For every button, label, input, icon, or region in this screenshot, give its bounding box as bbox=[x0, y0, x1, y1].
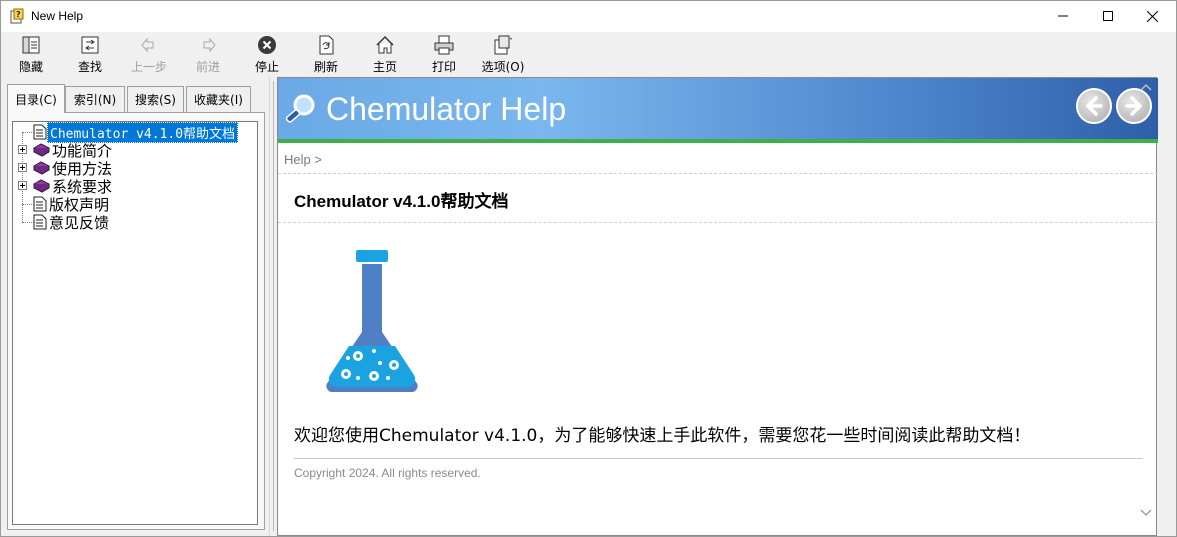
forward-arrow-icon bbox=[203, 37, 216, 53]
window-title: New Help bbox=[31, 9, 84, 23]
stop-button[interactable]: 停止 bbox=[242, 34, 292, 74]
maximize-button[interactable] bbox=[1085, 1, 1130, 31]
copyright-text: Copyright 2024. All rights reserved. bbox=[294, 466, 481, 480]
back-button[interactable]: 上一步 bbox=[124, 34, 174, 74]
contents-tree[interactable]: Chemulator v4.1.0帮助文档 功能简介 使用方法 系统要求 版权声… bbox=[12, 121, 258, 525]
locate-icon bbox=[81, 36, 99, 54]
help-window: ? New Help 隐藏 查找 上一步 前进 停止 刷新 主页 打印 选项(O… bbox=[0, 0, 1177, 537]
tab-contents[interactable]: 目录(C) bbox=[7, 84, 65, 113]
tree-item-features[interactable]: 功能简介 bbox=[33, 141, 114, 160]
options-icon bbox=[494, 35, 512, 55]
hide-button[interactable]: 隐藏 bbox=[6, 34, 56, 74]
expand-toggle[interactable] bbox=[18, 163, 27, 172]
close-button[interactable] bbox=[1130, 1, 1175, 31]
page-title: Chemulator v4.1.0帮助文档 bbox=[294, 192, 509, 211]
expand-toggle[interactable] bbox=[18, 181, 27, 190]
tree-item-feedback[interactable]: 意见反馈 bbox=[33, 213, 111, 232]
svg-text:?: ? bbox=[16, 10, 21, 19]
page-icon bbox=[33, 214, 47, 230]
hide-icon bbox=[22, 36, 40, 54]
tree-item-usage[interactable]: 使用方法 bbox=[33, 159, 114, 178]
banner-accent-line bbox=[278, 139, 1158, 143]
tab-search[interactable]: 搜索(S) bbox=[127, 86, 184, 112]
options-label: 选项(O) bbox=[481, 60, 525, 74]
hide-label: 隐藏 bbox=[18, 60, 43, 74]
options-button[interactable]: 选项(O) bbox=[478, 34, 528, 74]
tree-item-requirements[interactable]: 系统要求 bbox=[33, 177, 114, 196]
flask-icon bbox=[326, 250, 418, 392]
tab-index-label: 索引(N) bbox=[73, 93, 117, 107]
navigation-pane: 目录(C) 索引(N) 搜索(S) 收藏夹(I) Chemulator v4.1… bbox=[3, 77, 269, 536]
locate-button[interactable]: 查找 bbox=[65, 34, 115, 74]
scroll-up-icon[interactable] bbox=[1140, 82, 1152, 92]
tab-contents-label: 目录(C) bbox=[15, 92, 57, 107]
help-banner: Chemulator Help bbox=[278, 78, 1158, 139]
refresh-icon bbox=[319, 35, 334, 55]
help-app-icon: ? bbox=[10, 8, 24, 24]
arrow-left-icon bbox=[1086, 96, 1103, 116]
page-icon bbox=[33, 196, 47, 212]
minimize-icon bbox=[1057, 15, 1068, 17]
divider bbox=[278, 222, 1158, 223]
home-icon bbox=[376, 35, 394, 54]
book-icon bbox=[33, 143, 50, 157]
welcome-text: 欢迎您使用Chemulator v4.1.0，为了能够快速上手此软件，需要您花一… bbox=[294, 426, 1031, 446]
print-icon bbox=[434, 35, 454, 55]
footer-divider bbox=[294, 458, 1143, 459]
toolbar: 隐藏 查找 上一步 前进 停止 刷新 主页 打印 选项(O) bbox=[1, 32, 1176, 76]
arrow-right-icon bbox=[1125, 96, 1142, 116]
tab-favorites[interactable]: 收藏夹(I) bbox=[186, 86, 251, 112]
tree-item-copyright[interactable]: 版权声明 bbox=[33, 195, 111, 214]
title-bar: ? New Help bbox=[1, 1, 1176, 32]
tab-index[interactable]: 索引(N) bbox=[65, 86, 125, 112]
home-button[interactable]: 主页 bbox=[360, 34, 410, 74]
back-arrow-icon bbox=[141, 37, 154, 53]
book-icon bbox=[33, 161, 50, 175]
home-label: 主页 bbox=[372, 60, 397, 74]
expand-toggle[interactable] bbox=[18, 145, 27, 154]
topic-content: Chemulator Help Help > Chemulator v4.1.0… bbox=[277, 77, 1158, 536]
tab-search-label: 搜索(S) bbox=[135, 93, 176, 107]
previous-topic-button[interactable] bbox=[1076, 88, 1112, 124]
forward-button[interactable]: 前进 bbox=[183, 34, 233, 74]
refresh-button[interactable]: 刷新 bbox=[301, 34, 351, 74]
maximize-icon bbox=[1102, 11, 1113, 21]
pane-splitter[interactable] bbox=[269, 77, 277, 536]
book-icon bbox=[33, 179, 50, 193]
locate-label: 查找 bbox=[77, 60, 102, 74]
refresh-label: 刷新 bbox=[313, 60, 338, 74]
minimize-button[interactable] bbox=[1040, 1, 1085, 31]
close-icon bbox=[1147, 10, 1158, 22]
next-topic-button[interactable] bbox=[1116, 88, 1152, 124]
forward-label: 前进 bbox=[195, 60, 220, 74]
divider bbox=[278, 173, 1158, 174]
banner-title: Chemulator Help bbox=[326, 91, 567, 127]
scroll-down-icon[interactable] bbox=[1140, 508, 1152, 518]
breadcrumb[interactable]: Help > bbox=[284, 152, 322, 167]
print-button[interactable]: 打印 bbox=[419, 34, 469, 74]
page-icon bbox=[33, 124, 47, 140]
stop-label: 停止 bbox=[254, 60, 279, 74]
search-help-icon bbox=[285, 94, 315, 123]
back-label: 上一步 bbox=[130, 60, 167, 74]
print-label: 打印 bbox=[431, 60, 456, 74]
tab-favorites-label: 收藏夹(I) bbox=[194, 93, 243, 107]
tree-item-help-doc[interactable]: Chemulator v4.1.0帮助文档 bbox=[33, 122, 239, 143]
contents-panel: Chemulator v4.1.0帮助文档 功能简介 使用方法 系统要求 版权声… bbox=[7, 112, 265, 530]
stop-icon bbox=[258, 36, 276, 54]
tree-item-label: 意见反馈 bbox=[49, 213, 110, 232]
